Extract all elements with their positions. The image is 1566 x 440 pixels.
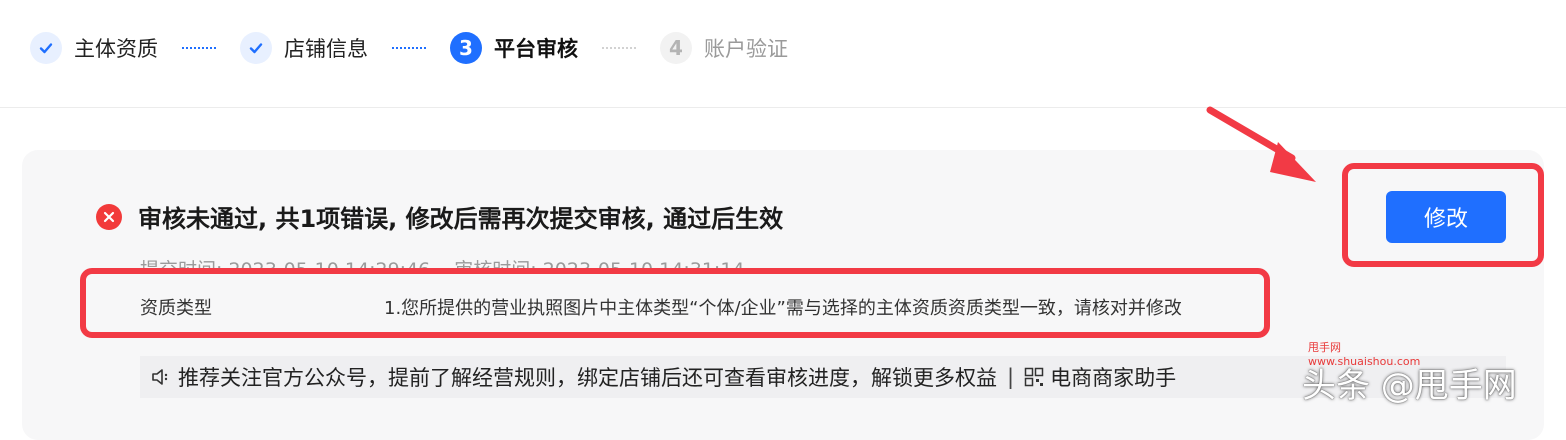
step-platform-review: 3 平台审核 bbox=[450, 32, 578, 64]
error-field: 资质类型 bbox=[140, 298, 212, 319]
step-number: 3 bbox=[450, 32, 482, 64]
assistant-link[interactable]: 电商商家助手 bbox=[1050, 362, 1176, 392]
progress-steps: 主体资质 店铺信息 3 平台审核 4 账户验证 bbox=[30, 28, 788, 68]
edit-button[interactable]: 修改 bbox=[1386, 191, 1506, 243]
notice-text: 推荐关注官方公众号，提前了解经营规则，绑定店铺后还可查看审核进度，解锁更多权益 bbox=[178, 366, 997, 390]
watermark: 头条 @甩手网 bbox=[1302, 366, 1517, 406]
notice-separator: | bbox=[1007, 365, 1015, 389]
review-failed-title: 审核未通过, 共1项错误, 修改后需再次提交审核, 通过后生效 bbox=[138, 205, 784, 233]
step-connector bbox=[392, 47, 426, 49]
step-account-verification: 4 账户验证 bbox=[660, 32, 788, 64]
step-label: 账户验证 bbox=[704, 37, 788, 61]
watermark-small-name: 甩手网 bbox=[1308, 341, 1341, 354]
check-icon bbox=[30, 32, 62, 64]
step-number: 4 bbox=[660, 32, 692, 64]
step-entity-qualification: 主体资质 bbox=[30, 32, 158, 64]
check-icon bbox=[240, 32, 272, 64]
step-label: 店铺信息 bbox=[284, 37, 368, 61]
step-label: 平台审核 bbox=[494, 37, 578, 61]
close-circle-icon bbox=[96, 204, 122, 230]
step-connector bbox=[182, 47, 216, 49]
speaker-icon bbox=[150, 367, 172, 387]
error-item: 资质类型 1.您所提供的营业执照图片中主体类型“个体/企业”需与选择的主体资质资… bbox=[80, 268, 1270, 338]
error-reason: 1.您所提供的营业执照图片中主体类型“个体/企业”需与选择的主体资质资质类型一致… bbox=[384, 298, 1182, 319]
qr-code-icon bbox=[1024, 367, 1044, 387]
step-label: 主体资质 bbox=[74, 37, 158, 61]
step-store-info: 店铺信息 bbox=[240, 32, 368, 64]
step-connector bbox=[602, 47, 636, 49]
annotation-arrow bbox=[1206, 106, 1316, 182]
